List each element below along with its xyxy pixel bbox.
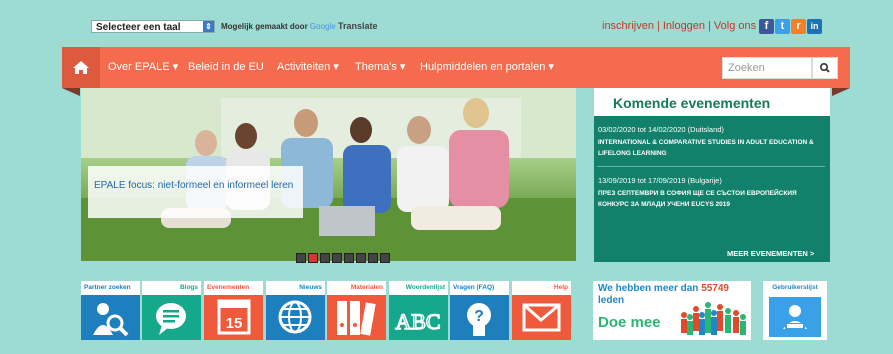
question-mark: ? — [474, 308, 484, 325]
join-button[interactable]: Doe mee — [598, 314, 661, 331]
chat-bubble-icon — [142, 295, 201, 340]
slide-dot[interactable] — [380, 253, 390, 263]
slide-dot[interactable] — [356, 253, 366, 263]
promo-prefix: We hebben meer dan — [598, 283, 699, 294]
tile-label: Evenementen — [204, 281, 263, 295]
crowd-icon — [681, 302, 746, 335]
events-title: Komende evenementen — [613, 95, 771, 111]
separator: | — [708, 20, 711, 32]
search-input[interactable]: Zoeken — [722, 57, 812, 79]
promo-suffix: leden — [598, 295, 625, 306]
nav-label: Hulpmiddelen en portalen — [420, 61, 546, 73]
tile-help[interactable]: Help — [512, 281, 571, 340]
tile-blogs[interactable]: Blogs — [142, 281, 201, 340]
globe-icon — [266, 295, 325, 340]
tile-label: Vragen (FAQ) — [450, 281, 509, 295]
more-events-link[interactable]: MEER EVENEMENTEN > — [727, 249, 814, 258]
tile-label: Woordenlijst — [389, 281, 448, 295]
tile-faq[interactable]: Vragen (FAQ) ? — [450, 281, 509, 340]
calendar-day: 15 — [226, 315, 243, 332]
register-link[interactable]: inschrijven — [602, 20, 654, 32]
user-list-label: Gebruikerslijst — [772, 284, 818, 291]
promo-text: We hebben meer dan 55749 — [598, 283, 729, 294]
twitter-icon[interactable]: t — [775, 19, 790, 34]
nav-label: Thema's — [355, 61, 397, 73]
search-button[interactable] — [812, 57, 838, 79]
nav-beleid[interactable]: Beleid in de EU — [188, 47, 264, 88]
home-button[interactable] — [62, 47, 100, 88]
calendar-icon: 15 — [204, 295, 263, 340]
event-title-link[interactable]: ПРЕЗ СЕПТЕМВРИ В СОФИЯ ЩЕ СЕ СЪСТОИ ЕВРО… — [598, 188, 823, 210]
question-icon: ? — [450, 295, 509, 340]
nav-label: Beleid in de EU — [188, 61, 264, 73]
language-select-value: Selecteer een taal — [96, 22, 181, 33]
event-divider — [597, 166, 825, 167]
tile-woordenlijst[interactable]: Woordenlijst ABC — [389, 281, 448, 340]
tile-materialen[interactable]: Materialen — [327, 281, 386, 340]
linkedin-icon[interactable]: in — [807, 19, 822, 34]
slider-pagination — [296, 250, 392, 268]
abc-icon: ABC — [389, 295, 448, 340]
hero-caption-box[interactable] — [88, 166, 303, 218]
google-translate-attribution: Mogelijk gemaakt door Google Translate — [221, 21, 377, 31]
nav-hulpmiddelen[interactable]: Hulpmiddelen en portalen ▾ — [420, 47, 554, 88]
nav-over-epale[interactable]: Over EPALE ▾ — [108, 47, 178, 88]
home-icon — [73, 61, 89, 74]
search-icon — [819, 63, 830, 73]
slide-dot-active[interactable] — [308, 253, 318, 263]
nav-fold-decoration — [832, 88, 850, 96]
partner-search-icon — [81, 295, 140, 340]
powered-by-text: Mogelijk gemaakt door — [221, 22, 308, 31]
slide-dot[interactable] — [332, 253, 342, 263]
abc-letters: ABC — [395, 309, 440, 334]
nav-label: Over EPALE — [108, 61, 170, 73]
event-title-link[interactable]: INTERNATIONAL & COMPARATIVE STUDIES IN A… — [598, 137, 823, 159]
facebook-icon[interactable]: f — [759, 19, 774, 34]
slide-dot[interactable] — [368, 253, 378, 263]
event-date: 03/02/2020 tot 14/02/2020 (Duitsland) — [598, 125, 724, 134]
translate-text: Translate — [337, 21, 378, 31]
login-link[interactable]: Inloggen — [663, 20, 705, 32]
tile-label: Help — [512, 281, 571, 295]
slide-dot[interactable] — [344, 253, 354, 263]
event-date: 13/09/2019 tot 17/09/2019 (Bulgarije) — [598, 176, 722, 185]
tile-label: Partner zoeken — [81, 281, 140, 295]
tile-evenementen[interactable]: Evenementen 15 — [204, 281, 263, 340]
hero-caption[interactable]: EPALE focus: niet-formeel en informeel l… — [94, 180, 299, 192]
rss-icon[interactable]: r — [791, 19, 806, 34]
tile-label: Nieuws — [266, 281, 325, 295]
nav-activiteiten[interactable]: Activiteiten ▾ — [277, 47, 339, 88]
separator: | — [656, 20, 660, 32]
slide-dot[interactable] — [320, 253, 330, 263]
user-links: inschrijven | Inloggen | Volg ons op — [602, 20, 771, 32]
member-count: 55749 — [701, 283, 729, 294]
tile-label: Blogs — [142, 281, 201, 295]
envelope-icon — [512, 295, 571, 340]
tile-nieuws[interactable]: Nieuws — [266, 281, 325, 340]
tile-partner-zoeken[interactable]: Partner zoeken — [81, 281, 140, 340]
nav-fold-decoration — [62, 88, 80, 96]
language-select[interactable]: Selecteer een taal ⇕ — [91, 20, 215, 33]
binders-icon — [327, 295, 386, 340]
user-list-icon — [769, 297, 821, 337]
google-logo-text: Google — [309, 22, 336, 31]
nav-themas[interactable]: Thema's ▾ — [355, 47, 405, 88]
nav-label: Activiteiten — [277, 61, 331, 73]
select-arrow-icon: ⇕ — [203, 21, 214, 32]
slide-dot[interactable] — [296, 253, 306, 263]
tile-label: Materialen — [327, 281, 386, 295]
